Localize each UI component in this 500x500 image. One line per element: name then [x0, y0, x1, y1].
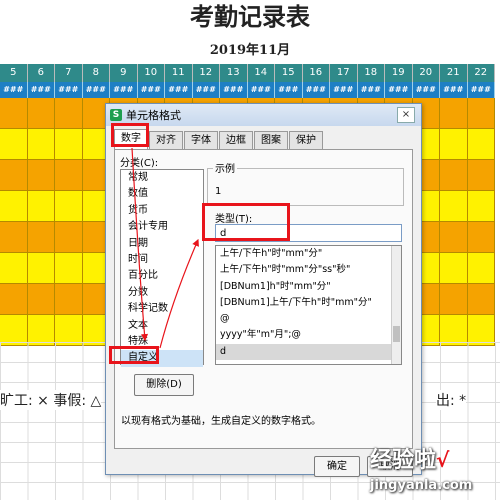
watermark-cn: 经验啦 [370, 448, 437, 473]
check-icon: √ [436, 448, 450, 472]
annotation-arrows [131, 147, 199, 349]
arrow-custom-to-type [159, 238, 199, 349]
watermark-en: jingyanla.com [370, 478, 473, 493]
watermark: 经验啦√ jingyanla.com [370, 442, 472, 493]
arrow-tab-to-custom [131, 147, 149, 342]
